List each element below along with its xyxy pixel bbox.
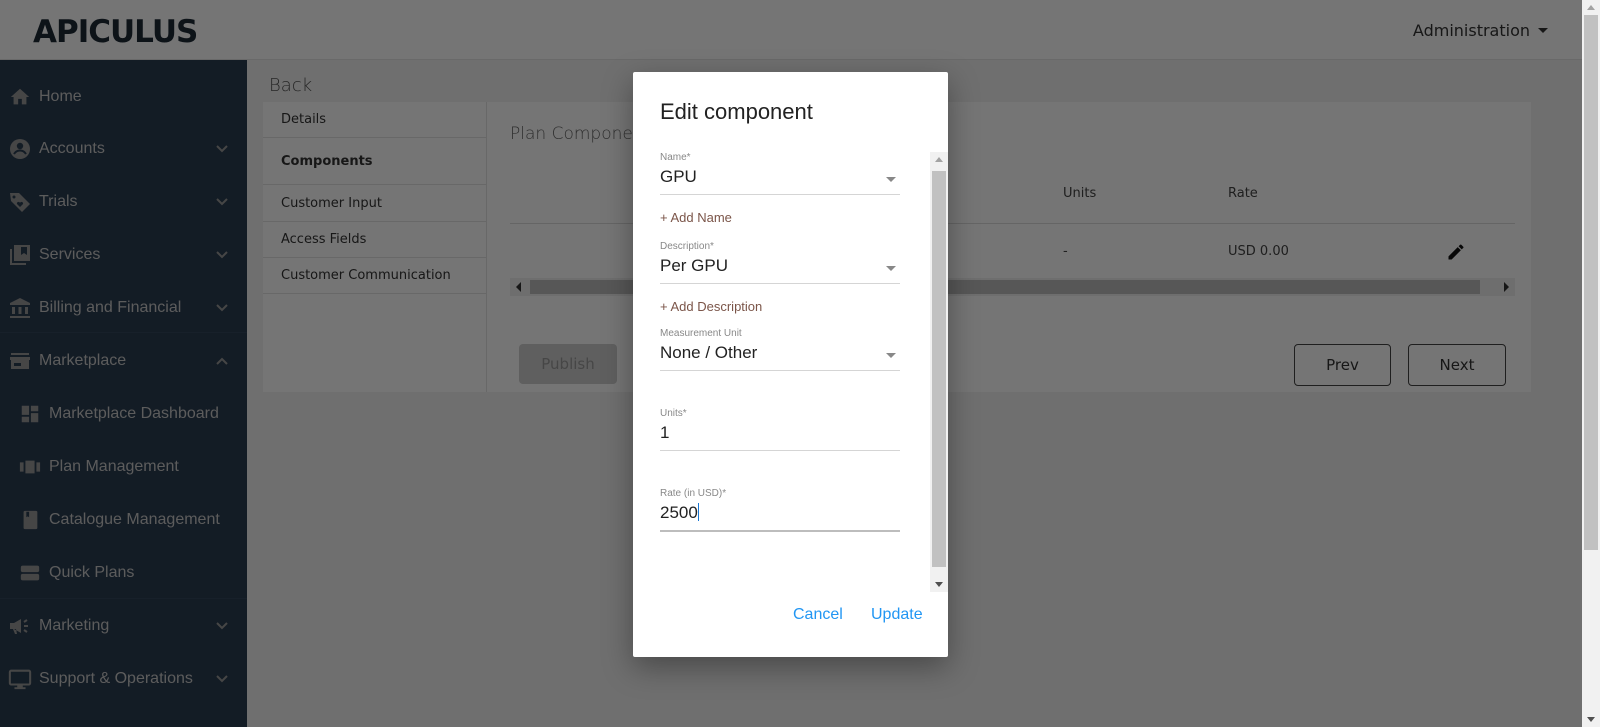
scroll-down-arrow-icon[interactable]	[1587, 717, 1595, 722]
units-input-group: Units*	[660, 408, 900, 451]
rate-field[interactable]: 2500	[660, 503, 900, 523]
field-underline	[660, 283, 900, 284]
scrollbar-thumb[interactable]	[1584, 15, 1598, 550]
name-label: Name*	[660, 152, 691, 163]
name-field[interactable]	[660, 167, 900, 187]
cancel-button[interactable]: Cancel	[793, 606, 843, 624]
dialog-title: Edit component	[660, 99, 813, 124]
units-label: Units*	[660, 408, 687, 419]
scrollbar-thumb[interactable]	[932, 171, 946, 567]
update-button[interactable]: Update	[871, 606, 923, 624]
add-description-link[interactable]: + Add Description	[660, 299, 762, 314]
description-field[interactable]	[660, 256, 900, 276]
measurement-unit-label: Measurement Unit	[660, 328, 742, 339]
field-underline	[660, 194, 900, 195]
dropdown-arrow-icon[interactable]	[886, 353, 896, 358]
description-select[interactable]: Description*	[660, 241, 900, 284]
rate-label: Rate (in USD)*	[660, 488, 727, 499]
description-label: Description*	[660, 241, 714, 252]
dropdown-arrow-icon[interactable]	[886, 266, 896, 271]
text-cursor	[697, 503, 699, 521]
add-name-link[interactable]: + Add Name	[660, 210, 732, 225]
scroll-down-arrow-icon[interactable]	[935, 582, 943, 587]
units-field[interactable]	[660, 423, 900, 443]
name-select[interactable]: Name*	[660, 152, 900, 195]
scroll-up-arrow-icon[interactable]	[935, 157, 943, 162]
field-underline-focused	[660, 530, 900, 532]
dropdown-arrow-icon[interactable]	[886, 177, 896, 182]
scroll-up-arrow-icon[interactable]	[1587, 5, 1595, 10]
field-underline	[660, 370, 900, 371]
page-vertical-scrollbar[interactable]	[1582, 0, 1600, 727]
rate-input-group: Rate (in USD)* 2500	[660, 488, 900, 532]
edit-component-dialog: Edit component Name* + Add Name Descript…	[633, 72, 948, 657]
measurement-unit-field[interactable]	[660, 343, 900, 363]
rate-value: 2500	[660, 503, 698, 522]
measurement-unit-select[interactable]: Measurement Unit	[660, 328, 900, 371]
field-underline	[660, 450, 900, 451]
dialog-scrollbar[interactable]	[930, 152, 948, 592]
dialog-form: Name* + Add Name Description* + Add Desc…	[633, 152, 948, 592]
